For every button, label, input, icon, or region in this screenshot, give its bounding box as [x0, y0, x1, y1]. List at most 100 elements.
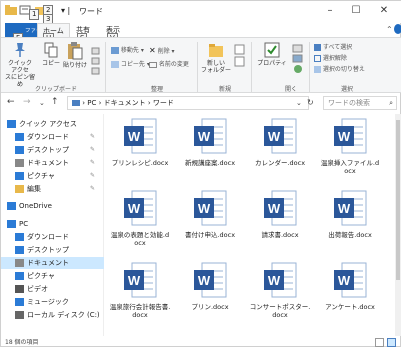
details-view-button[interactable] [375, 338, 384, 347]
sidebar-item[interactable]: OneDrive [1, 200, 104, 212]
sidebar-item[interactable]: デスクトップ [1, 244, 104, 256]
sidebar-item[interactable]: ピクチャ ✎ [1, 170, 104, 182]
minimize-button[interactable]: – [319, 4, 341, 18]
file-name: 温泉挿入ファイル.docx [320, 159, 380, 175]
delete-button[interactable]: ✕ 削除 ▾ [149, 46, 175, 56]
invert-selection-icon [314, 66, 321, 73]
copy-to-icon [111, 61, 119, 68]
svg-text:W: W [128, 273, 141, 288]
svg-text:W: W [198, 201, 211, 216]
rename-button[interactable]: 名前の変更 [149, 60, 189, 69]
sidebar-item-label: ピクチャ [27, 172, 55, 180]
pin-quick-access-button[interactable]: クイック アクセ スにピン留め [5, 42, 35, 88]
ribbon-tabs: ファイル ホーム 共有 表示 F H S V ⌃ [1, 23, 401, 89]
close-button[interactable]: ✕ [373, 4, 395, 18]
sidebar-item[interactable]: クイック アクセス [1, 118, 104, 130]
sidebar-item[interactable]: ドキュメント ✎ [1, 157, 104, 169]
pictures-icon [15, 272, 24, 280]
file-item[interactable]: W プリン.docx [179, 262, 241, 328]
sidebar-item[interactable]: ローカル ディスク (C:) [1, 309, 104, 321]
group-clipboard-label: クリップボード [35, 86, 78, 93]
sidebar-item[interactable]: ビデオ [1, 283, 104, 295]
group-organize-label: 整理 [151, 86, 164, 93]
address-bar[interactable]: › PC › ドキュメント › ワード [67, 96, 309, 110]
keytip-1: 1 [29, 9, 40, 20]
download-icon [15, 133, 24, 141]
file-item[interactable]: W カレンダー.docx [249, 118, 311, 184]
sidebar-item[interactable]: ピクチャ [1, 270, 104, 282]
collapse-ribbon-icon[interactable]: ⌃ [386, 25, 393, 34]
file-item[interactable]: W 新規講座案.docx [179, 118, 241, 184]
search-icon: ⌕ [389, 99, 393, 107]
breadcrumb-documents[interactable]: ドキュメント [104, 99, 146, 107]
sidebar-item[interactable]: ドキュメント [1, 257, 104, 269]
open-edit-history-icons[interactable] [291, 44, 305, 74]
sidebar-item[interactable]: 編集 ✎ [1, 183, 104, 195]
move-to-label: 移動先 [120, 47, 139, 54]
sidebar-item[interactable]: デスクトップ ✎ [1, 144, 104, 156]
search-input[interactable]: ワードの検索 ⌕ [323, 96, 397, 110]
sidebar-item-label: ドキュメント [27, 259, 69, 267]
pin-icon: ✎ [90, 159, 96, 166]
sidebar-item[interactable]: ダウンロード [1, 231, 104, 243]
large-icons-view-button[interactable] [387, 338, 396, 347]
file-item[interactable]: W 請求書.docx [249, 190, 311, 256]
sidebar-item-label: デスクトップ [27, 146, 69, 154]
new-item-icons[interactable] [233, 44, 247, 68]
scrollbar-thumb[interactable] [396, 120, 400, 280]
copy-button[interactable]: コピー [41, 42, 61, 67]
file-list: W プリンレシピ.docx W 新規講座案.docx W カレンダー.docx W 温泉挿入フ… [105, 114, 395, 336]
pin-icon: ✎ [90, 146, 96, 153]
breadcrumb-pc[interactable]: PC [87, 99, 96, 107]
file-item[interactable]: W 温泉の表題と効能.docx [109, 190, 171, 256]
paste-button[interactable]: 貼り付け [63, 42, 87, 69]
copy-to-button[interactable]: コピー先 ▾ [111, 60, 150, 69]
pin-icon: ✎ [90, 172, 96, 179]
recent-dropdown-icon[interactable]: ⌄ [39, 99, 45, 107]
back-button[interactable]: ← [7, 97, 15, 107]
pc-icon [7, 220, 16, 228]
move-to-button[interactable]: 移動先 ▾ [111, 46, 144, 55]
new-folder-label: 新しい フォルダー [201, 60, 232, 74]
monitor-icon [72, 100, 80, 106]
select-all-button[interactable]: すべて選択 [314, 43, 352, 52]
ribbon-home: クイック アクセ スにピン留め コピー 貼り付け クリップボード 移動先 ▾ ✕… [1, 37, 401, 93]
file-item[interactable]: W アンケート.docx [319, 262, 381, 328]
sidebar-item-label: 編集 [27, 185, 41, 193]
video-icon [15, 285, 24, 293]
vertical-scrollbar[interactable] [395, 114, 401, 336]
forward-button[interactable]: → [23, 97, 31, 107]
word-document-icon: W [194, 262, 227, 298]
file-item[interactable]: W プリンレシピ.docx [109, 118, 171, 184]
help-icon[interactable] [394, 24, 401, 34]
sidebar-item-label: ドキュメント [27, 159, 69, 167]
maximize-button[interactable]: ☐ [345, 4, 367, 18]
rename-label: 名前の変更 [158, 61, 189, 68]
file-item[interactable]: W 温泉旅行会計報告書.docx [109, 262, 171, 328]
refresh-icon[interactable]: ↻ [307, 98, 314, 107]
sidebar-item-label: デスクトップ [27, 246, 69, 254]
properties-button[interactable]: プロパティ [255, 42, 289, 67]
sidebar-item[interactable]: ダウンロード ✎ [1, 131, 104, 143]
sidebar-item-label: ビデオ [27, 285, 48, 293]
rename-icon [149, 61, 157, 68]
address-dropdown-icon[interactable]: ⌄ [296, 99, 302, 107]
file-item[interactable]: W 出荷報告.docx [319, 190, 381, 256]
file-name: コンサートポスター.docx [249, 303, 311, 319]
star-icon [7, 120, 16, 128]
file-item[interactable]: W コンサートポスター.docx [249, 262, 311, 328]
up-button[interactable]: ↑ [51, 97, 59, 107]
cut-copypath-icons[interactable] [91, 46, 101, 76]
move-to-icon [111, 47, 119, 54]
file-item[interactable]: W 温泉挿入ファイル.docx [319, 118, 381, 184]
file-item[interactable]: W 書付け申込.docx [179, 190, 241, 256]
sidebar-item[interactable]: PC [1, 218, 104, 230]
sidebar-item[interactable]: ミュージック [1, 296, 104, 308]
pin-icon: ✎ [90, 133, 96, 140]
select-none-button[interactable]: 選択解除 [314, 54, 347, 63]
dropdown-icon[interactable]: ▾ | [61, 6, 70, 15]
invert-selection-button[interactable]: 選択の切り替え [314, 65, 365, 74]
new-folder-button[interactable]: 新しい フォルダー [201, 42, 231, 74]
file-name: プリンレシピ.docx [111, 159, 169, 167]
breadcrumb-word[interactable]: ワード [153, 99, 174, 107]
